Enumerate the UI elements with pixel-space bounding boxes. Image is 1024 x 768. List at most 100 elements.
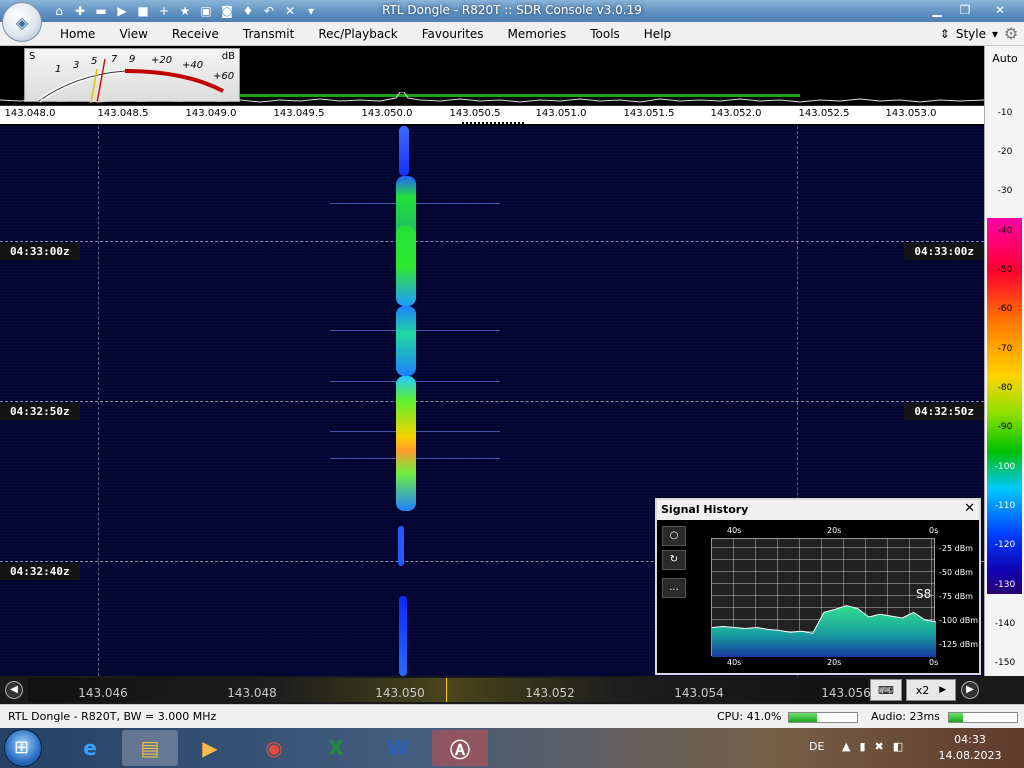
freq-tick: 143.052.0 — [710, 108, 762, 119]
language-indicator[interactable]: DE — [809, 740, 824, 753]
signal-trace — [396, 226, 416, 306]
record-button[interactable]: ○ — [662, 526, 686, 546]
word-icon[interactable]: W — [370, 730, 426, 766]
audio-meter-fill — [949, 713, 963, 722]
frequency-strip[interactable]: 143.046 143.048 143.050 143.052 143.054 … — [28, 678, 871, 702]
zoom-button[interactable]: x2 ▶ — [906, 679, 956, 701]
start-button[interactable]: ⊞ — [4, 729, 42, 767]
freq-strip-label: 143.050 — [375, 686, 425, 700]
title-bar: ⌂ ✚ ▬ ▶ ■ + ★ ▣ ◙ ♦ ↶ ✕ ▾ RTL Dongle - R… — [0, 0, 1024, 22]
network-icon[interactable]: ✖ — [875, 740, 884, 753]
menu-tools[interactable]: Tools — [578, 22, 632, 46]
menu-rec-playback[interactable]: Rec/Playback — [306, 22, 409, 46]
menu-memories[interactable]: Memories — [496, 22, 579, 46]
freq-tick: 143.050.0 — [361, 108, 413, 119]
audio-meter — [948, 712, 1018, 723]
signal-trace — [396, 376, 416, 511]
frequency-ruler[interactable]: 143.048.0 143.048.5 143.049.0 143.049.5 … — [0, 106, 984, 124]
cpu-meter-fill — [789, 713, 817, 722]
menu-view[interactable]: View — [107, 22, 159, 46]
menu-favourites[interactable]: Favourites — [410, 22, 496, 46]
device-status: RTL Dongle - R820T, BW = 3.000 MHz — [8, 710, 217, 723]
updown-icon: ⇕ — [939, 27, 950, 41]
freq-strip-label: 143.046 — [78, 686, 128, 700]
clock-date[interactable]: 14.08.2023 — [936, 749, 1004, 762]
splitter-handle[interactable] — [462, 122, 524, 124]
menu-home[interactable]: Home — [48, 22, 107, 46]
volume-icon[interactable]: ◧ — [893, 740, 903, 753]
cpu-meter — [788, 712, 858, 723]
history-y-label: -125 dBm — [939, 640, 979, 649]
waterfall-gridline — [0, 401, 984, 402]
freq-strip-label: 143.048 — [227, 686, 277, 700]
db-tick: -60 — [997, 304, 1013, 314]
signal-trace — [398, 526, 404, 566]
reset-button[interactable]: ↻ — [662, 550, 686, 570]
auto-scale-button[interactable]: Auto — [985, 52, 1024, 65]
style-menu[interactable]: ⇕ Style ▾ — [940, 27, 998, 41]
db-tick: -80 — [997, 383, 1013, 393]
db-tick: -130 — [994, 580, 1016, 590]
freq-tick: 143.048.5 — [97, 108, 149, 119]
db-tick: -50 — [997, 265, 1013, 275]
freq-tick: 143.048.0 — [4, 108, 56, 119]
s-reading: S8 — [916, 587, 932, 601]
close-window-icon[interactable]: ✕ — [980, 0, 1020, 20]
app-menu-button[interactable]: ◈ — [2, 2, 42, 42]
windows-logo-icon: ⊞ — [14, 737, 30, 758]
signal-history-panel: Signal History ✕ ○ ↻ ... 40s 20s 0s S8 -… — [655, 498, 981, 675]
db-scale[interactable]: Auto -10 -20 -30 -40 -50 -60 -70 -80 -90… — [984, 46, 1024, 676]
freq-strip-label: 143.056 — [821, 686, 871, 700]
style-label: Style — [955, 27, 986, 41]
chevron-down-icon: ▾ — [991, 27, 998, 41]
sdr-console-icon[interactable]: Ⓐ — [432, 730, 488, 766]
time-label-right: 04:32:50z — [904, 403, 984, 420]
freq-tick: 143.049.5 — [273, 108, 325, 119]
signal-history-chart — [712, 605, 936, 657]
chrome-icon[interactable]: ◉ — [246, 730, 302, 766]
db-tick: -150 — [994, 658, 1016, 668]
history-axis-label: 20s — [827, 658, 842, 667]
menu-help[interactable]: Help — [632, 22, 683, 46]
waterfall-gridline — [0, 241, 984, 242]
db-tick: -90 — [997, 422, 1013, 432]
history-axis-label: 40s — [727, 526, 742, 535]
taskbar: ⊞ e ▤ ▶ ◉ X W Ⓐ DE ▲ ▮ ✖ ◧ 04:33 14.08.2… — [0, 728, 1024, 768]
freq-tick: 143.051.5 — [623, 108, 675, 119]
app-logo-icon: ◈ — [15, 12, 29, 32]
time-label-left: 04:33:00z — [0, 243, 80, 260]
device-icon[interactable]: ▮ — [859, 740, 865, 753]
signal-history-header: Signal History ✕ — [657, 500, 979, 520]
excel-icon[interactable]: X — [308, 730, 364, 766]
freq-tick: 143.052.5 — [798, 108, 850, 119]
forward-icon[interactable]: ▶ — [961, 681, 979, 699]
file-explorer-icon[interactable]: ▤ — [122, 730, 178, 766]
menu-transmit[interactable]: Transmit — [231, 22, 306, 46]
spectrum-display[interactable]: S dB 1 3 5 7 9 +20 +40 +60 — [0, 46, 984, 106]
clock-time[interactable]: 04:33 — [936, 733, 1004, 746]
db-tick: -20 — [997, 147, 1013, 157]
more-button[interactable]: ... — [662, 578, 686, 598]
keyboard-icon[interactable]: ⌨ — [870, 679, 902, 701]
show-hidden-icons-icon[interactable]: ▲ — [842, 740, 850, 753]
db-tick: -140 — [994, 619, 1016, 629]
history-axis-label: 40s — [727, 658, 742, 667]
history-axis-label: 0s — [929, 658, 939, 667]
menu-receive[interactable]: Receive — [160, 22, 231, 46]
db-tick: -30 — [997, 186, 1013, 196]
window-title: RTL Dongle - R820T :: SDR Console v3.0.1… — [382, 3, 642, 17]
signal-history-plot: S8 — [711, 538, 936, 657]
chevron-right-icon: ▶ — [939, 685, 947, 695]
rewind-icon[interactable]: ◀ — [5, 681, 23, 699]
frequency-bar: ◀ 143.046 143.048 143.050 143.052 143.05… — [0, 676, 1024, 704]
restore-icon[interactable]: ❐ — [952, 0, 978, 20]
internet-explorer-icon[interactable]: e — [62, 730, 118, 766]
gear-icon[interactable]: ⚙ — [1001, 24, 1021, 44]
minimize-icon[interactable]: ▁ — [924, 0, 950, 20]
history-axis-label: 20s — [827, 526, 842, 535]
freq-tick: 143.053.0 — [885, 108, 937, 119]
history-y-label: -25 dBm — [939, 544, 973, 553]
close-icon[interactable]: ✕ — [964, 501, 975, 516]
media-player-icon[interactable]: ▶ — [182, 730, 238, 766]
freq-tick: 143.050.5 — [449, 108, 501, 119]
